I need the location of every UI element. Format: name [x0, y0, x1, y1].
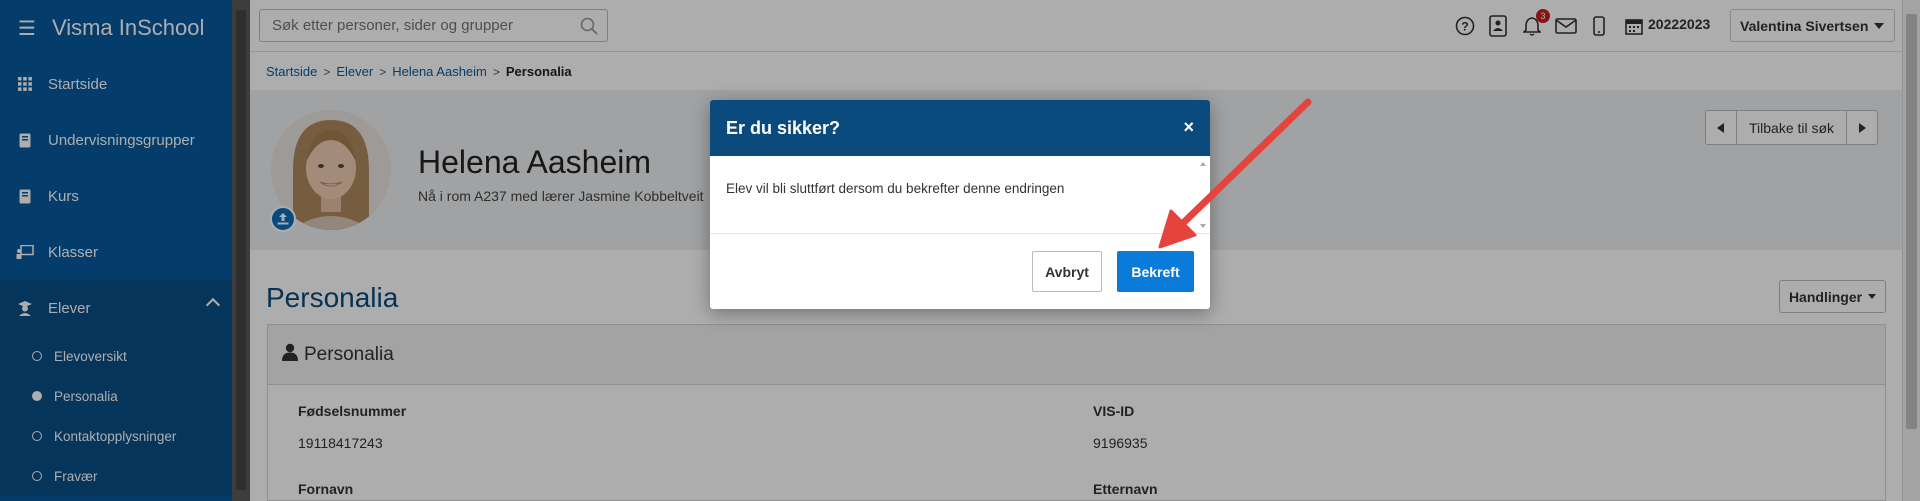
- cancel-button[interactable]: Avbryt: [1032, 251, 1102, 292]
- dialog-body: Elev vil bli sluttført dersom du bekreft…: [710, 156, 1210, 234]
- dialog-scrollbar[interactable]: [1198, 160, 1208, 230]
- confirm-dialog: Er du sikker? × Elev vil bli sluttført d…: [710, 100, 1210, 309]
- close-icon[interactable]: ×: [1183, 117, 1194, 138]
- confirm-button[interactable]: Bekreft: [1117, 251, 1194, 292]
- dialog-header: Er du sikker? ×: [710, 100, 1210, 156]
- dialog-title: Er du sikker?: [726, 117, 841, 138]
- dialog-message: Elev vil bli sluttført dersom du bekreft…: [726, 181, 1065, 196]
